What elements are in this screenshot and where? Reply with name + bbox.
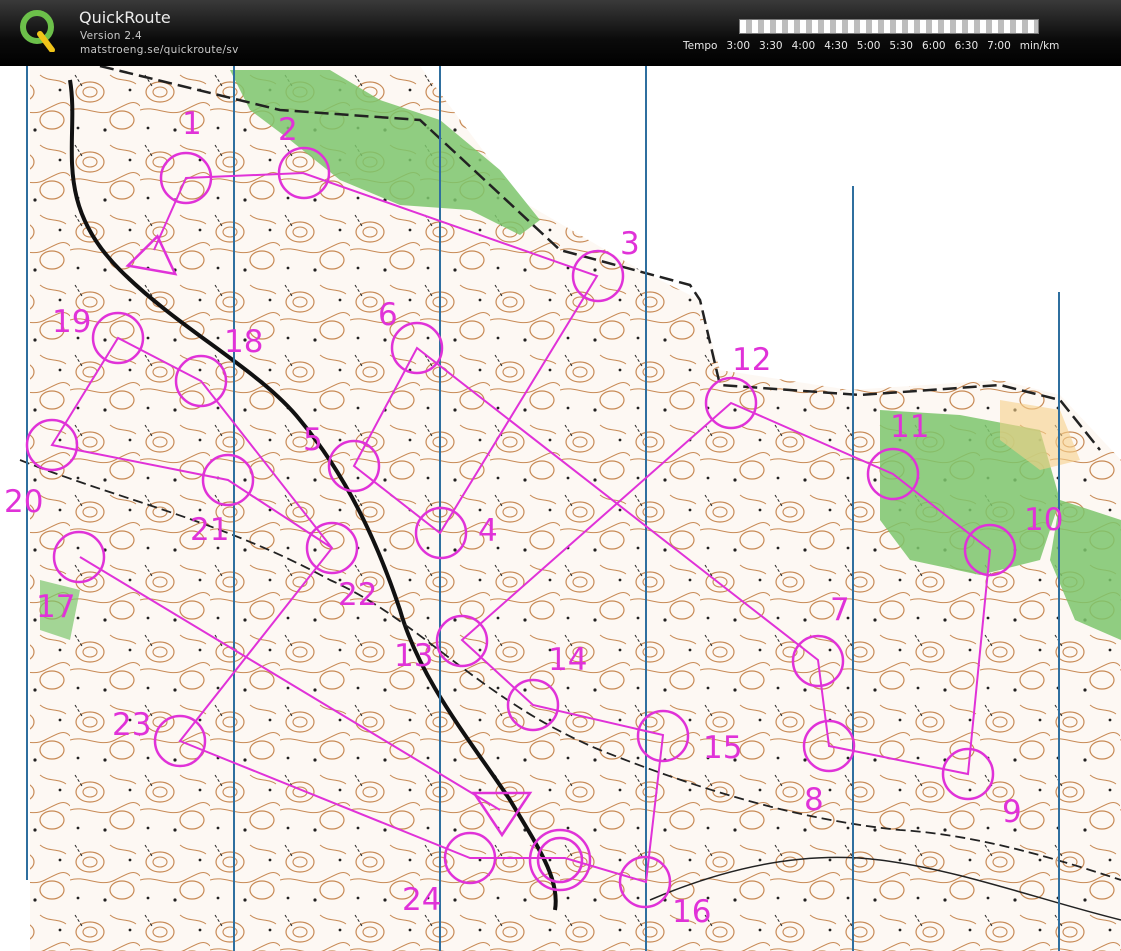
app-url[interactable]: matstroeng.se/quickroute/sv [80,44,239,56]
control-number: 20 [4,484,43,520]
control-number: 15 [703,730,742,766]
orienteering-map[interactable]: 1 2 3 4 5 6 7 8 9 10 11 12 13 14 15 16 1… [0,66,1121,951]
tempo-label: 6:00 [921,40,946,52]
control-number: 22 [338,577,377,613]
tempo-label: 6:30 [954,40,979,52]
control-number: 10 [1024,502,1063,538]
tempo-label: 3:00 [726,40,751,52]
control-number: 6 [378,297,398,333]
control-number: 23 [112,707,151,743]
control-number: 7 [830,592,850,628]
tempo-label: 5:00 [856,40,881,52]
tempo-label: 4:00 [791,40,816,52]
tempo-label: 4:30 [824,40,848,52]
control-number: 24 [402,882,441,918]
tempo-prefix: Tempo [683,40,718,52]
tempo-scale-labels: Tempo 3:00 3:30 4:00 4:30 5:00 5:30 6:00 6:30 7:0… [683,40,1068,52]
control-number: 1 [182,106,202,142]
control-number: 14 [548,642,587,678]
tempo-color-scale [739,19,1039,34]
control-number: 4 [478,513,498,549]
app-title: QuickRoute [79,8,171,27]
control-number: 19 [52,304,91,340]
title-bar: QuickRoute Version 2.4 matstroeng.se/qui… [0,0,1121,66]
control-number: 2 [278,112,298,148]
control-number: 18 [224,324,263,360]
tempo-label: 5:30 [889,40,913,52]
tempo-label: 3:30 [759,40,783,52]
control-number: 3 [620,226,640,262]
control-number: 21 [190,512,229,548]
control-number: 9 [1002,794,1022,830]
control-number: 12 [732,342,771,378]
tempo-unit: min/km [1019,40,1060,52]
tempo-label: 7:00 [987,40,1011,52]
control-number: 16 [672,894,711,930]
control-number: 5 [303,422,323,458]
control-number: 17 [36,589,75,625]
app-version: Version 2.4 [80,30,142,42]
control-number: 13 [394,638,433,674]
map-canvas[interactable]: 1 2 3 4 5 6 7 8 9 10 11 12 13 14 15 16 1… [0,66,1121,951]
control-number: 11 [890,409,929,445]
quickroute-logo-icon [20,10,55,52]
control-number: 8 [804,782,824,818]
